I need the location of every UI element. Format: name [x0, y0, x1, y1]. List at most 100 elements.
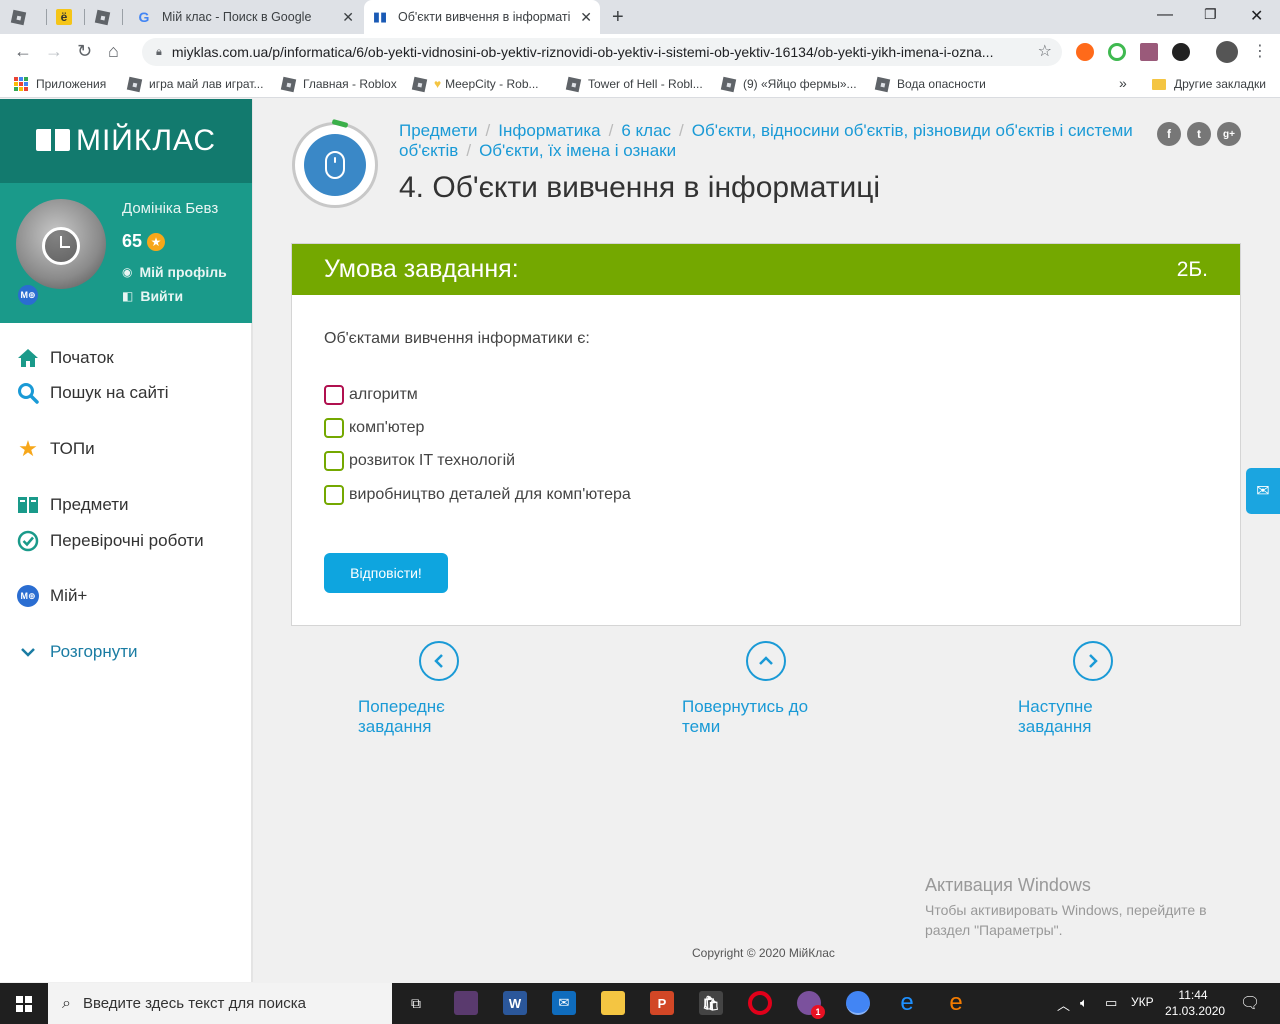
check-circle-icon — [16, 529, 40, 553]
answer-option[interactable]: алгоритм — [324, 385, 418, 405]
bookmark-star-icon[interactable]: ☆ — [1038, 41, 1052, 61]
chevron-down-icon — [16, 640, 40, 664]
minimize-icon[interactable]: — — [1157, 6, 1173, 24]
taskbar-search-input[interactable]: ⌕ Введите здесь текст для поиска — [48, 983, 392, 1024]
sidebar-item-subjects[interactable]: Предмети — [16, 493, 129, 517]
back-to-topic-link[interactable]: Повернутись до теми — [682, 641, 850, 737]
system-clock[interactable]: 11:44 21.03.2020 — [1165, 987, 1225, 1019]
notifications-icon[interactable]: 🗨︎ — [1240, 993, 1260, 1013]
checkbox[interactable] — [324, 451, 344, 471]
opera-icon[interactable] — [748, 991, 772, 1015]
facebook-icon[interactable]: f — [1157, 122, 1181, 146]
site-logo[interactable]: МІЙКЛАС — [0, 99, 252, 183]
activation-text: Чтобы активировать Windows, перейдите в … — [925, 902, 1207, 938]
sidebar-item-tops[interactable]: ★ ТОПи — [16, 436, 94, 461]
bookmark-item[interactable]: Главная - Roblox — [280, 76, 397, 92]
sidebar-item-home[interactable]: Початок — [16, 346, 114, 370]
pinned-tab-1[interactable] — [10, 0, 44, 34]
windows-taskbar: ⌕ Введите здесь текст для поиска ⧉ W ✉ P… — [0, 983, 1280, 1024]
myplus-icon: М⊕ — [16, 584, 40, 608]
start-button[interactable] — [0, 983, 48, 1024]
extension-fire-icon[interactable] — [1076, 43, 1094, 61]
tab-google-search[interactable]: G Мій клас - Поиск в Google ✕ — [132, 0, 362, 34]
task-card: Умова завдання: 2Б. Об'єктами вивчення і… — [291, 243, 1241, 626]
logout-link[interactable]: ◧ Вийти — [122, 288, 183, 304]
bookmark-item[interactable]: игра май лав играт... — [126, 76, 263, 92]
viber-icon[interactable]: 1 — [797, 991, 825, 1019]
other-bookmarks[interactable]: Другие закладки — [1152, 77, 1266, 91]
extension-image-icon[interactable] — [1140, 43, 1158, 61]
breadcrumb-item[interactable]: Інформатика — [498, 121, 600, 140]
breadcrumb-item[interactable]: 6 клас — [621, 121, 671, 140]
answer-option[interactable]: виробництво деталей для комп'ютера — [324, 485, 631, 505]
file-explorer-icon[interactable] — [601, 991, 625, 1015]
next-task-link[interactable]: Наступне завдання — [1018, 641, 1168, 737]
url-text: miyklas.com.ua/p/informatica/6/ob-yekti-… — [171, 44, 994, 60]
extension-download-icon[interactable] — [1172, 43, 1190, 61]
checkbox[interactable] — [324, 418, 344, 438]
window-close-icon[interactable]: ✕ — [1250, 6, 1263, 26]
answer-option[interactable]: комп'ютер — [324, 418, 424, 438]
close-icon[interactable]: ✕ — [580, 9, 592, 26]
restore-icon[interactable]: ❐ — [1204, 6, 1217, 23]
home-icon[interactable]: ⌂ — [108, 41, 119, 62]
sidebar-item-tests[interactable]: Перевірочні роботи — [16, 529, 204, 553]
profile-link[interactable]: ◉ Мій профіль — [122, 264, 227, 280]
store-icon[interactable]: 🛍︎ — [699, 991, 723, 1015]
new-tab-button[interactable]: + — [612, 6, 624, 29]
sidebar-item-search[interactable]: Пошук на сайті — [16, 381, 169, 405]
checkbox[interactable] — [324, 485, 344, 505]
activation-title: Активация Windows — [925, 875, 1091, 895]
google-plus-icon[interactable]: g+ — [1217, 122, 1241, 146]
chrome-icon[interactable] — [846, 991, 870, 1015]
search-placeholder: Введите здесь текст для поиска — [82, 995, 306, 1012]
page-content: МІЙКЛАС Домініка Бевз 65 ★ ◉ Мій профіль… — [0, 99, 1280, 982]
checkbox[interactable] — [324, 385, 344, 405]
chevron-left-icon — [419, 641, 459, 681]
question-text: Об'єктами вивчення інформатики є: — [324, 330, 590, 347]
previous-task-link[interactable]: Попереднє завдання — [358, 641, 520, 737]
forward-icon[interactable]: → — [45, 41, 63, 62]
bookmark-item[interactable]: Вода опасности — [874, 76, 986, 92]
topic-progress-icon — [292, 122, 378, 208]
answer-option[interactable]: розвиток IT технологій — [324, 451, 515, 471]
reload-icon[interactable]: ↻ — [77, 41, 92, 62]
network-icon[interactable]: ▭ — [1105, 995, 1117, 1011]
feedback-mail-icon[interactable]: ✉ — [1246, 468, 1280, 514]
bookmarks-overflow-button[interactable]: » — [1119, 75, 1127, 91]
close-icon[interactable]: ✕ — [342, 9, 354, 26]
mail-icon[interactable]: ✉ — [552, 991, 576, 1015]
menu-dots-icon[interactable]: ⋮ — [1252, 41, 1268, 61]
address-bar[interactable]: 🔒︎ miyklas.com.ua/p/informatica/6/ob-yek… — [142, 38, 1062, 66]
roblox-icon — [720, 76, 737, 92]
volume-icon[interactable]: 🔈︎ — [1080, 995, 1088, 1011]
word-icon[interactable]: W — [503, 991, 527, 1015]
bookmark-apps[interactable]: Приложения — [14, 77, 106, 91]
task-view-icon[interactable]: ⧉ — [404, 991, 428, 1015]
twitter-icon[interactable]: t — [1187, 122, 1211, 146]
tab-active[interactable]: ▮▮ Об'єкти вивчення в інформаті... ✕ — [364, 0, 600, 34]
tray-chevron-up-icon[interactable]: ︿ — [1057, 995, 1070, 1014]
answer-button[interactable]: Відповісти! — [324, 553, 448, 593]
bookmark-label: Приложения — [36, 77, 107, 91]
ie-icon[interactable]: e — [944, 989, 968, 1016]
breadcrumb-item[interactable]: Предмети — [399, 121, 478, 140]
breadcrumb-item[interactable]: Об'єкти, їх імена і ознаки — [479, 141, 676, 160]
bookmark-item[interactable]: (9) «Яйцо фермы»... — [720, 76, 857, 92]
powerpoint-icon[interactable]: P — [650, 991, 674, 1015]
extension-grammarly-icon[interactable] — [1108, 43, 1126, 61]
sidebar-item-expand[interactable]: Розгорнути — [16, 640, 138, 664]
back-icon[interactable]: ← — [14, 41, 32, 62]
tab-title: Об'єкти вивчення в інформаті... — [398, 10, 570, 24]
game-app-icon[interactable] — [454, 991, 478, 1015]
language-indicator[interactable]: УКР — [1131, 995, 1154, 1009]
sidebar-item-myplus[interactable]: М⊕ Мій+ — [16, 584, 87, 608]
profile-avatar[interactable] — [1216, 41, 1238, 63]
sidebar-item-label: Перевірочні роботи — [50, 531, 204, 550]
myplus-badge: М⊕ — [16, 283, 40, 307]
search-icon: ⌕ — [62, 994, 71, 1012]
edge-icon[interactable]: e — [895, 989, 919, 1016]
bookmark-item[interactable]: Tower of Hell - Robl... — [565, 76, 703, 92]
clock-time: 11:44 — [1178, 988, 1208, 1002]
bookmark-item[interactable]: ♥ MeepCity - Rob... — [411, 76, 539, 92]
